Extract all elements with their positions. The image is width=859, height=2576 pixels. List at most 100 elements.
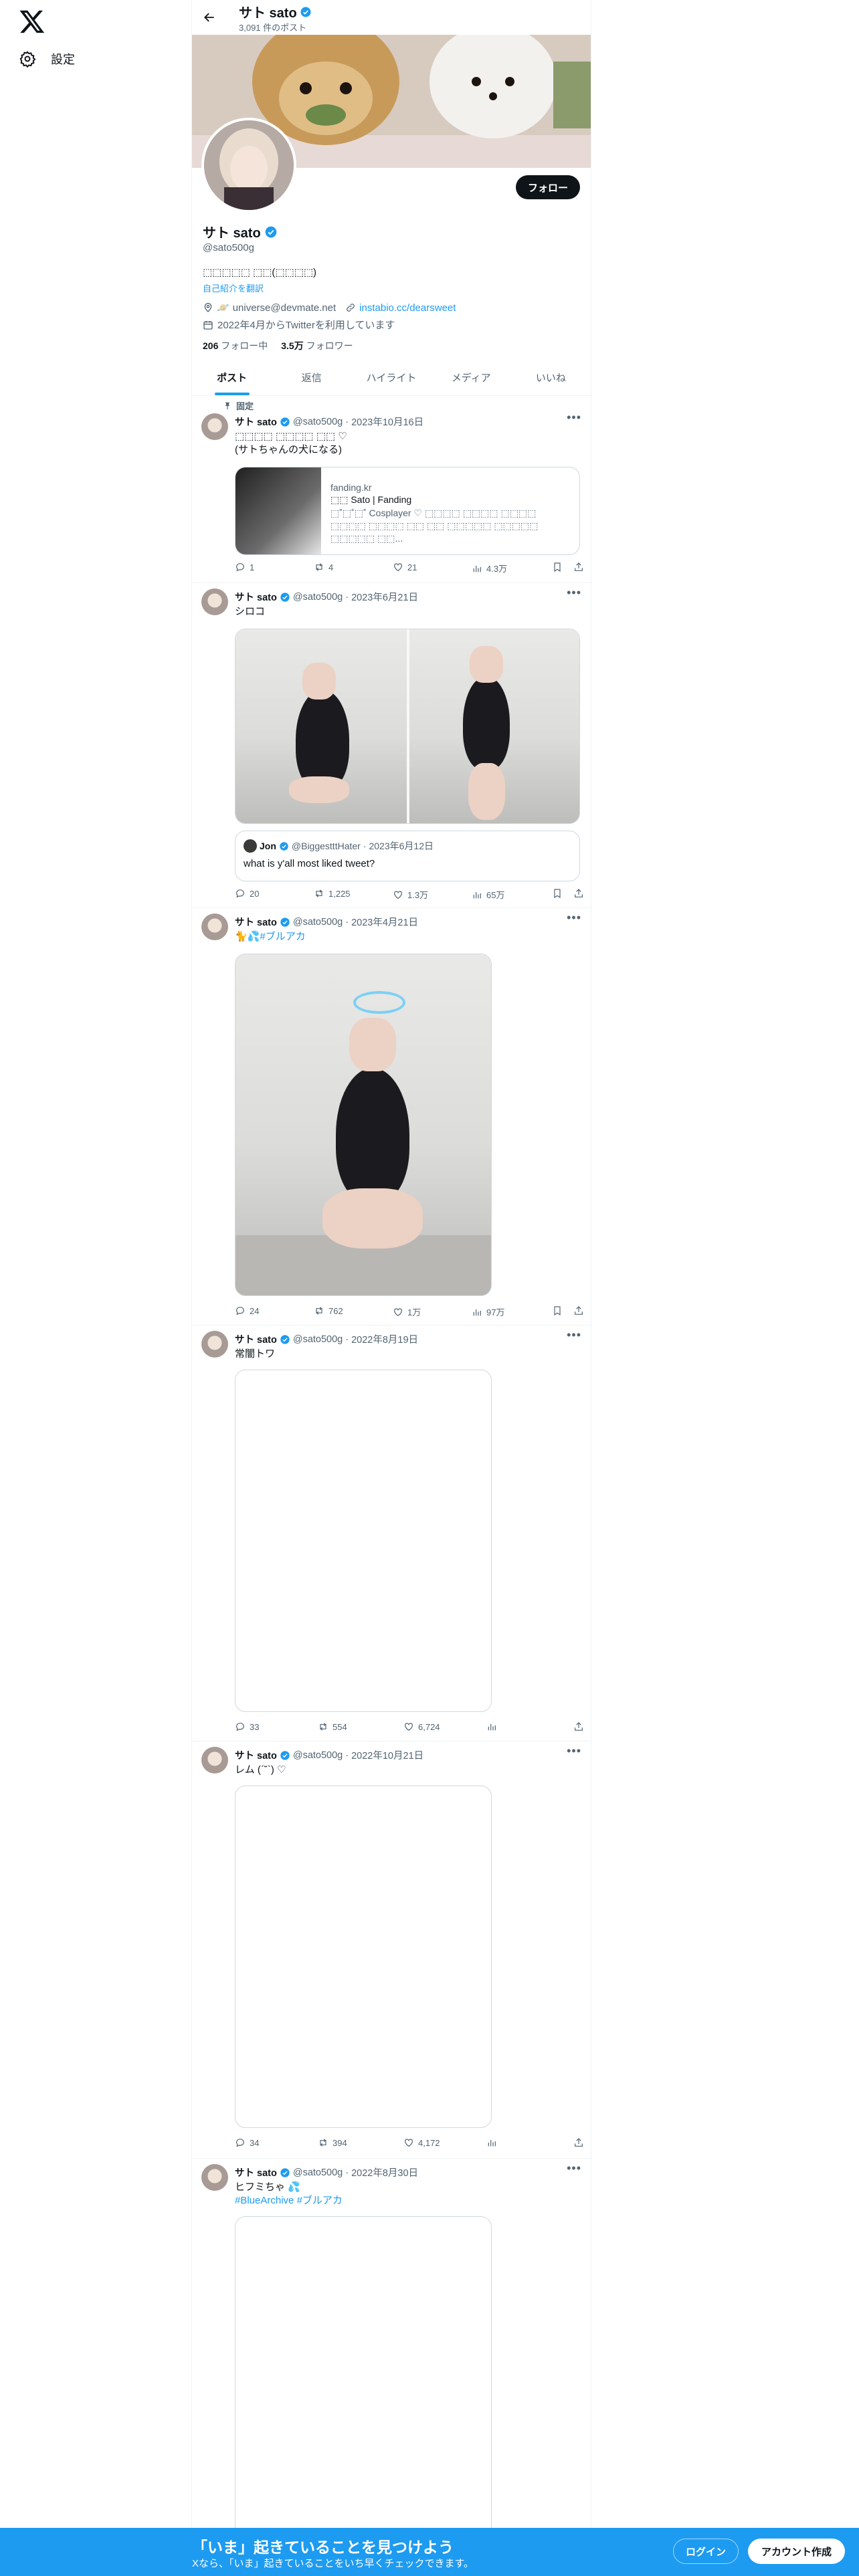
tab-media[interactable]: メディア [432,360,511,395]
link-card[interactable]: fanding.kr ⬚⬚ Sato | Fanding ⬚˚⬚˚⬚˚ Cosp… [235,467,580,555]
like-button[interactable]: 1.3万 [393,888,428,901]
tweet-avatar[interactable] [201,2164,228,2191]
nav-settings[interactable]: 設定 [19,45,75,72]
back-button[interactable] [199,7,220,28]
x-logo-icon[interactable] [19,8,45,35]
reply-button[interactable]: 1 [235,562,254,572]
hashtag-link[interactable]: #ブルアカ [297,2195,343,2206]
reply-button[interactable]: 20 [235,888,259,899]
tweet-media[interactable] [235,954,492,1296]
tweet[interactable]: サト sato @sato500g · 2023年10月16日 ••• ⬚⬚⬚⬚… [192,408,591,583]
retweet-button[interactable]: 1,225 [314,888,351,899]
views-button[interactable]: 4.3万 [472,562,507,574]
tweet-photo[interactable] [235,954,491,1295]
reply-count: 1 [250,562,255,572]
more-options-icon[interactable]: ••• [567,411,581,425]
tweet-date[interactable]: 2022年10月21日 [351,1748,423,1762]
views-button[interactable]: 97万 [472,1305,504,1318]
planet-icon: 🪐 [217,302,229,314]
tab-replies[interactable]: 返信 [272,360,351,395]
like-button[interactable]: 6,724 [403,1721,440,1732]
tweet[interactable]: サト sato @sato500g · 2023年6月21日 ••• シロコ J… [192,583,591,908]
views-button[interactable]: 65万 [472,888,504,901]
tab-posts[interactable]: ポスト [192,360,272,395]
hashtag-link[interactable]: #ブルアカ [260,931,305,942]
tweet-handle[interactable]: @sato500g [293,2167,343,2178]
more-options-icon[interactable]: ••• [567,586,581,600]
like-button[interactable]: 1万 [393,1305,421,1318]
tweet-photo[interactable] [235,629,407,823]
share-button[interactable] [573,1305,584,1316]
tweet[interactable]: サト sato @sato500g · 2022年10月21日 ••• レム (… [192,1741,591,2159]
more-options-icon[interactable]: ••• [567,1744,581,1758]
tweet-handle[interactable]: @sato500g [293,1750,343,1761]
followers-stat[interactable]: 3.5万 フォロワー [281,339,353,352]
tweet-avatar[interactable] [201,588,228,615]
views-button[interactable] [486,2137,497,2148]
tweet-media-placeholder[interactable] [235,2216,492,2528]
following-stat[interactable]: 206 フォロー中 [203,339,268,352]
profile-website[interactable]: instabio.cc/dearsweet [345,302,456,314]
more-options-icon[interactable]: ••• [567,1328,581,1342]
more-options-icon[interactable]: ••• [567,911,581,925]
reply-button[interactable]: 24 [235,1305,259,1316]
tweet-date[interactable]: 2022年8月19日 [351,1332,418,1346]
tab-likes[interactable]: いいね [511,360,591,395]
retweet-button[interactable]: 554 [318,1721,347,1732]
tweet-header: サト sato @sato500g · 2023年4月21日 [235,915,418,929]
tweet-author-name[interactable]: サト sato [235,590,277,604]
share-button[interactable] [573,562,584,572]
like-button[interactable]: 4,172 [403,2137,440,2148]
tweet-photo[interactable] [409,629,579,823]
tab-highlights[interactable]: ハイライト [351,360,431,395]
photo-subject [463,676,510,770]
bookmark-button[interactable] [552,562,563,572]
tweet-handle[interactable]: @sato500g [293,1334,343,1345]
tweet-author-name[interactable]: サト sato [235,1748,277,1762]
like-button[interactable]: 21 [393,562,417,572]
retweet-button[interactable]: 394 [318,2137,347,2148]
translate-bio-link[interactable]: 自己紹介を翻訳 [203,282,264,294]
tweet-media-placeholder[interactable] [235,1370,492,1712]
verified-badge-icon[interactable] [264,225,278,239]
tweet[interactable]: サト sato @sato500g · 2022年8月30日 ••• ヒフミちゃ… [192,2159,591,2528]
retweet-button[interactable]: 762 [314,1305,343,1316]
tweet-avatar[interactable] [201,1747,228,1774]
tweet-author-name[interactable]: サト sato [235,2165,277,2179]
tweet-date[interactable]: 2023年10月16日 [351,415,423,429]
tweet-avatar[interactable] [201,914,228,940]
bookmark-button[interactable] [552,1305,563,1316]
tweet-handle[interactable]: @sato500g [293,417,343,427]
tweet-media-placeholder[interactable] [235,1786,492,2128]
reply-button[interactable]: 33 [235,1721,259,1732]
login-button[interactable]: ログイン [673,2539,739,2564]
tweet-date[interactable]: 2023年4月21日 [351,915,418,929]
reply-button[interactable]: 34 [235,2137,259,2148]
profile-avatar[interactable] [201,118,296,213]
website-link[interactable]: instabio.cc/dearsweet [359,302,456,314]
retweet-button[interactable]: 4 [314,562,333,572]
tweet[interactable]: サト sato @sato500g · 2023年4月21日 ••• 🐈💦#ブル… [192,908,591,1325]
tweet-handle[interactable]: @sato500g [293,917,343,928]
tweet-author-name[interactable]: サト sato [235,415,277,429]
tweet-avatar[interactable] [201,413,228,440]
tweet-header: サト sato @sato500g · 2022年10月21日 [235,1748,423,1762]
tweet-date[interactable]: 2023年6月21日 [351,590,418,604]
tweet-date[interactable]: 2022年8月30日 [351,2165,418,2179]
create-account-button[interactable]: アカウント作成 [748,2539,846,2564]
bookmark-button[interactable] [552,888,563,899]
views-button[interactable] [486,1721,497,1732]
follow-button[interactable]: フォロー [515,175,580,199]
quoted-tweet[interactable]: Jon @BiggestttHater · 2023年6月12日 what is… [235,831,580,881]
tweet-handle[interactable]: @sato500g [293,592,343,603]
more-options-icon[interactable]: ••• [567,2161,581,2175]
tweet-media-grid[interactable] [235,629,580,824]
share-button[interactable] [573,1721,584,1732]
tweet-avatar[interactable] [201,1331,228,1358]
tweet-author-name[interactable]: サト sato [235,915,277,929]
share-button[interactable] [573,2137,584,2148]
share-button[interactable] [573,888,584,899]
hashtag-link[interactable]: #BlueArchive [235,2195,294,2206]
tweet[interactable]: サト sato @sato500g · 2022年8月19日 ••• 常闇トワ … [192,1325,591,1741]
tweet-author-name[interactable]: サト sato [235,1332,277,1346]
